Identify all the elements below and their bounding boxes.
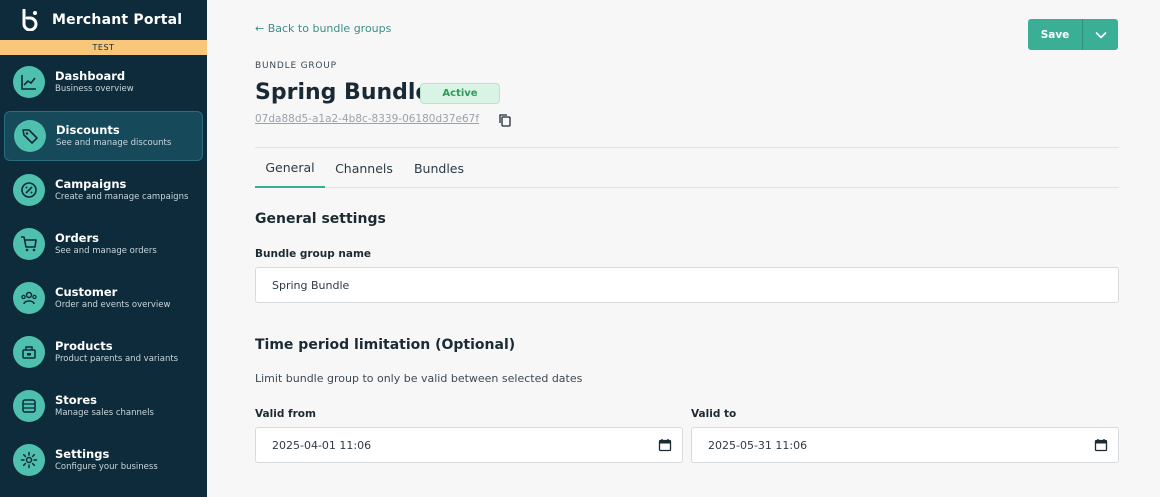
valid-from-label: Valid from [255, 408, 316, 420]
valid-to-value: 2025-05-31 11:06 [708, 438, 808, 452]
sidebar-nav: Dashboard Business overview Discounts Se… [0, 57, 207, 485]
tag-icon [14, 120, 46, 152]
page-overline: BUNDLE GROUP [255, 61, 337, 71]
status-badge: Active [420, 83, 500, 104]
sidebar-item-label: Settings [55, 447, 110, 461]
sidebar-item-customer[interactable]: Customer Order and events overview [4, 273, 203, 323]
bundle-group-id: 07da88d5-a1a2-4b8c-8339-06180d37e67f [255, 113, 480, 125]
sidebar-item-label: Orders [55, 231, 99, 245]
tab-channels[interactable]: Channels [325, 148, 403, 188]
brand-logo-icon [22, 9, 38, 31]
valid-to-input[interactable]: 2025-05-31 11:06 [691, 427, 1119, 463]
sidebar-item-label: Customer [55, 285, 118, 299]
sidebar-item-label: Products [55, 339, 113, 353]
chart-line-icon [13, 66, 45, 98]
users-icon [13, 282, 45, 314]
campaign-icon [13, 174, 45, 206]
sidebar-item-stores[interactable]: Stores Manage sales channels [4, 381, 203, 431]
tab-general[interactable]: General [255, 148, 325, 188]
sidebar-item-sublabel: Configure your business [55, 462, 158, 472]
sidebar-item-campaigns[interactable]: Campaigns Create and manage campaigns [4, 165, 203, 215]
chevron-down-icon [1094, 31, 1107, 39]
sidebar-item-sublabel: Business overview [55, 84, 134, 94]
sidebar-item-sublabel: Product parents and variants [55, 354, 179, 364]
save-button-group: Save [1028, 19, 1118, 50]
store-icon [13, 390, 45, 422]
valid-from-input[interactable]: 2025-04-01 11:06 [255, 427, 683, 463]
sidebar-item-discounts[interactable]: Discounts See and manage discounts [4, 111, 203, 161]
arrow-left-icon: ← [255, 22, 268, 35]
valid-to-label: Valid to [691, 408, 737, 420]
tab-bundles[interactable]: Bundles [403, 148, 475, 188]
save-button[interactable]: Save [1028, 19, 1082, 50]
bundle-group-name-input[interactable]: Spring Bundle [255, 267, 1119, 303]
sidebar-item-label: Dashboard [55, 69, 126, 83]
calendar-icon[interactable] [1094, 438, 1108, 452]
page-title: Spring Bundle [255, 80, 431, 105]
back-to-bundle-groups-link[interactable]: ← Back to bundle groups [255, 22, 391, 35]
main-content: ← Back to bundle groups Save BUNDLE GROU… [207, 0, 1160, 497]
sidebar-item-orders[interactable]: Orders See and manage orders [4, 219, 203, 269]
brand-title: Merchant Portal [52, 12, 183, 28]
gear-icon [13, 444, 45, 476]
save-options-dropdown[interactable] [1082, 19, 1118, 50]
tab-bar: General Channels Bundles [255, 147, 1119, 188]
sidebar: Merchant Portal TEST Dashboard Business … [0, 0, 207, 497]
sidebar-item-sublabel: See and manage discounts [56, 138, 172, 148]
sidebar-item-settings[interactable]: Settings Configure your business [4, 435, 203, 485]
sidebar-item-sublabel: Order and events overview [55, 300, 171, 310]
cart-icon [13, 228, 45, 260]
sidebar-item-products[interactable]: Products Product parents and variants [4, 327, 203, 377]
sidebar-item-label: Campaigns [55, 177, 127, 191]
copy-icon[interactable] [498, 113, 512, 127]
calendar-icon[interactable] [658, 438, 672, 452]
environment-badge: TEST [0, 40, 207, 55]
time-period-title: Time period limitation (Optional) [255, 337, 516, 353]
product-icon [13, 336, 45, 368]
bundle-group-name-label: Bundle group name [255, 248, 372, 260]
sidebar-item-sublabel: Create and manage campaigns [55, 192, 189, 202]
sidebar-item-sublabel: See and manage orders [55, 246, 157, 256]
time-period-description: Limit bundle group to only be valid betw… [255, 372, 583, 385]
sidebar-item-sublabel: Manage sales channels [55, 408, 154, 418]
back-link-label: Back to bundle groups [267, 22, 392, 35]
sidebar-item-dashboard[interactable]: Dashboard Business overview [4, 57, 203, 107]
valid-from-value: 2025-04-01 11:06 [272, 438, 372, 452]
sidebar-item-label: Discounts [56, 123, 120, 137]
general-settings-title: General settings [255, 211, 386, 227]
brand-header[interactable]: Merchant Portal [0, 0, 207, 40]
sidebar-item-label: Stores [55, 393, 97, 407]
